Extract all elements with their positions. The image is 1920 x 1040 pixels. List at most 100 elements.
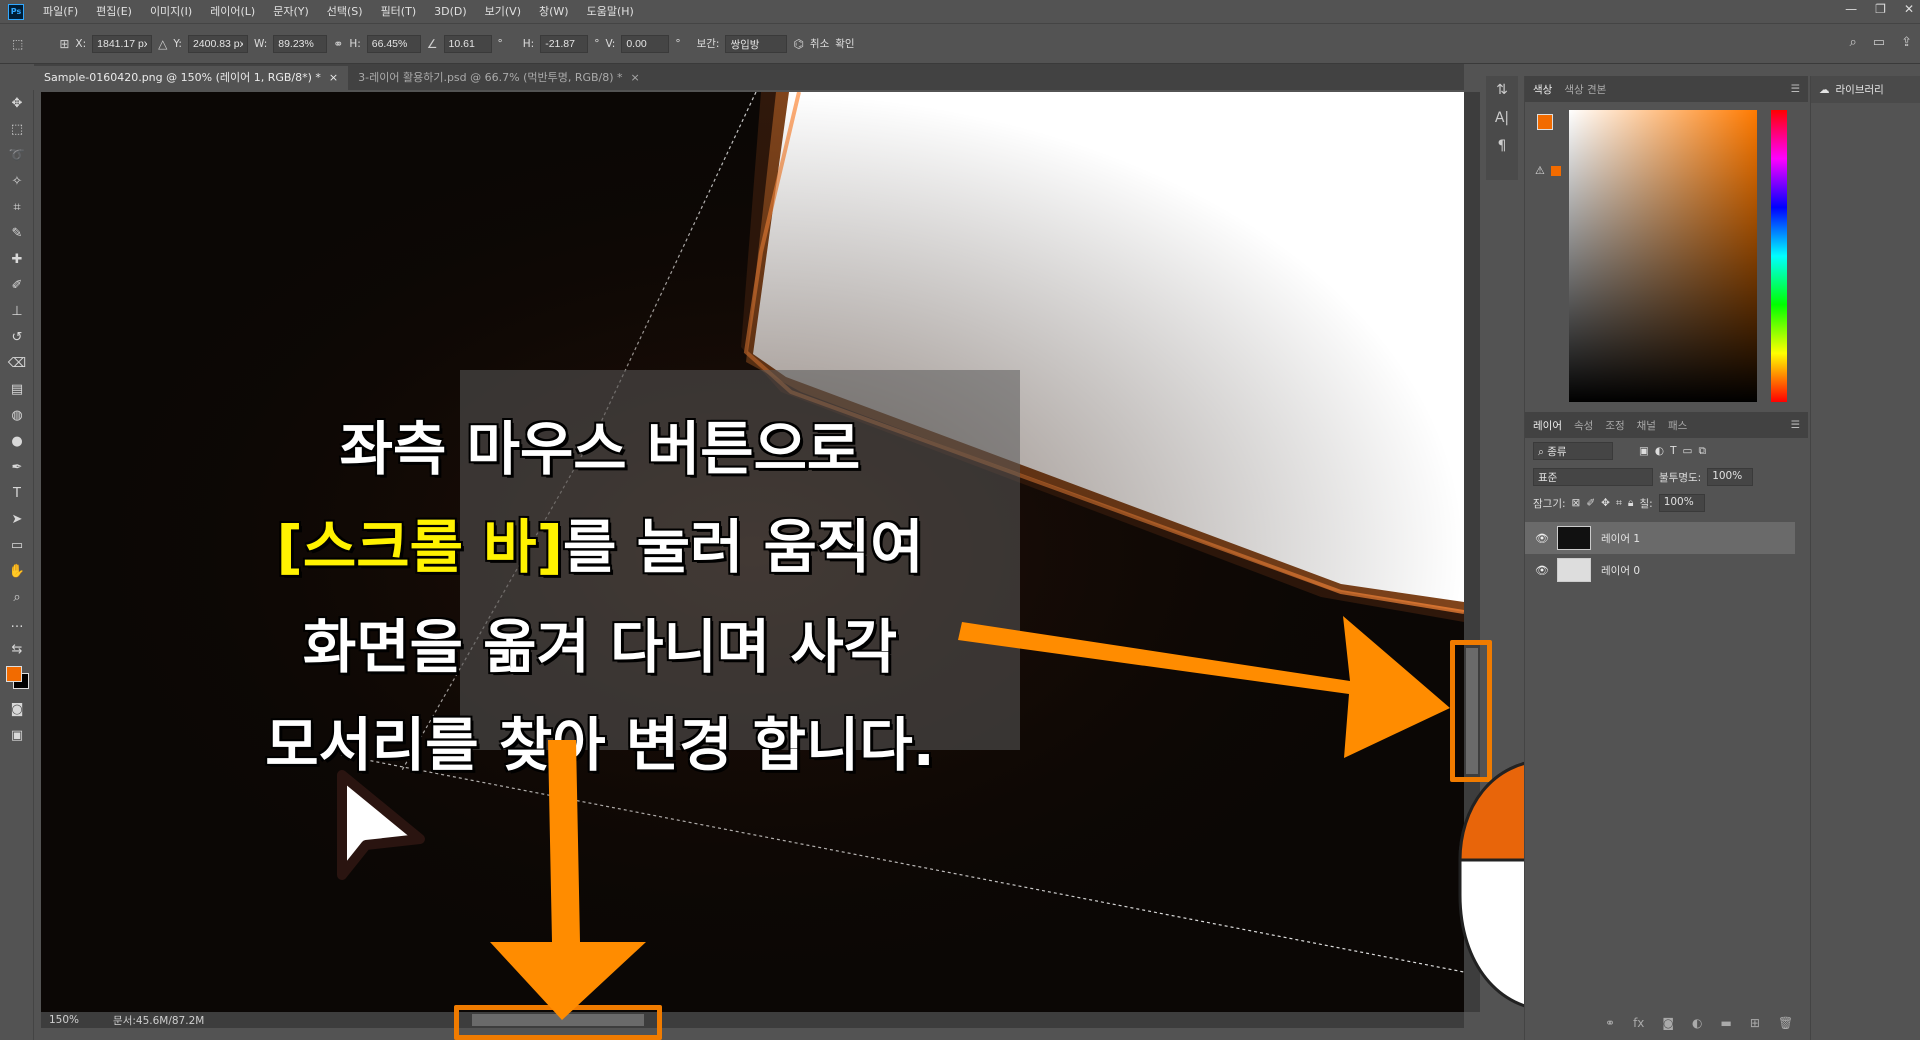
hand-tool-icon[interactable]: ✋ — [0, 558, 34, 584]
move-tool-icon[interactable]: ✥ — [0, 90, 34, 116]
color-foreground-swatch[interactable] — [1537, 114, 1553, 130]
crop-tool-icon[interactable]: ⌗ — [0, 194, 34, 220]
zoom-level[interactable]: 150% — [49, 1014, 79, 1026]
filter-smart-icon[interactable]: ⧉ — [1698, 445, 1706, 458]
filter-pixel-icon[interactable]: ▣ — [1639, 445, 1649, 457]
minimize-icon[interactable]: — — [1845, 2, 1857, 16]
marquee-tool-icon[interactable]: ⬚ — [0, 116, 34, 142]
color-swatches[interactable] — [0, 662, 34, 696]
menu-view[interactable]: 보기(V) — [476, 0, 530, 24]
gamut-warning-icon[interactable]: ⚠ — [1535, 164, 1545, 177]
cancel-transform-button[interactable]: 취소 — [810, 36, 829, 51]
brush-tool-icon[interactable]: ✐ — [0, 272, 34, 298]
menu-type[interactable]: 문자(Y) — [264, 0, 318, 24]
warp-icon[interactable]: ⌬ — [793, 37, 803, 51]
width-field[interactable] — [273, 34, 328, 53]
adjustment-layer-icon[interactable]: ◐ — [1692, 1016, 1702, 1030]
y-field[interactable] — [187, 34, 248, 53]
tab-sample[interactable]: Sample-0160420.png @ 150% (레이어 1, RGB/8*… — [34, 66, 349, 90]
link-icon[interactable]: ⚭ — [333, 37, 343, 51]
menu-edit[interactable]: 편집(E) — [87, 0, 141, 24]
menu-3d[interactable]: 3D(D) — [425, 0, 476, 24]
menu-help[interactable]: 도움말(H) — [578, 0, 643, 24]
share-icon[interactable]: ⇪ — [1901, 35, 1912, 50]
interpolation-select[interactable]: 쌍입방 — [725, 34, 788, 53]
close-window-icon[interactable]: ✕ — [1904, 2, 1914, 16]
shape-tool-icon[interactable]: ▭ — [0, 532, 34, 558]
new-group-icon[interactable]: ▬ — [1721, 1016, 1732, 1030]
layer-filter-select[interactable]: ⌕ 종류 — [1533, 442, 1613, 460]
opacity-input[interactable]: 100% — [1707, 468, 1754, 486]
tab-channels[interactable]: 채널 — [1637, 418, 1656, 433]
add-mask-icon[interactable]: ◙ — [1662, 1016, 1674, 1030]
menu-layer[interactable]: 레이어(L) — [201, 0, 264, 24]
commit-transform-button[interactable]: 확인 — [835, 36, 854, 51]
more-tools-icon[interactable]: … — [0, 610, 34, 636]
vskew-field[interactable] — [621, 34, 670, 53]
paragraph-panel-icon[interactable]: ¶ — [1486, 132, 1518, 160]
eye-icon[interactable]: 👁︎ — [1535, 532, 1549, 545]
document-size[interactable]: 문서:45.6M/87.2M — [113, 1013, 204, 1028]
lock-position-icon[interactable]: ✥ — [1601, 497, 1610, 509]
blur-tool-icon[interactable]: ◍ — [0, 402, 34, 428]
lock-all-icon[interactable]: 🔒︎ — [1628, 497, 1634, 510]
tab-color[interactable]: 색상 — [1533, 82, 1552, 97]
angle-field[interactable] — [443, 34, 492, 53]
clone-stamp-icon[interactable]: ⊥ — [0, 298, 34, 324]
history-brush-icon[interactable]: ↺ — [0, 324, 34, 350]
delta-icon[interactable]: △ — [158, 37, 167, 51]
menu-image[interactable]: 이미지(I) — [141, 0, 201, 24]
search-icon[interactable]: ⌕ — [1850, 35, 1857, 50]
libraries-button[interactable]: ☁ 라이브러리 — [1811, 76, 1920, 103]
menu-file[interactable]: 파일(F) — [34, 0, 87, 24]
tab-layers[interactable]: 레이어 — [1533, 418, 1562, 433]
trash-icon[interactable]: 🗑︎ — [1778, 1016, 1793, 1030]
menu-select[interactable]: 선택(S) — [318, 0, 372, 24]
tab-adjustments[interactable]: 조정 — [1605, 418, 1624, 433]
lasso-tool-icon[interactable]: ➰ — [0, 142, 34, 168]
restore-icon[interactable]: ❐ — [1875, 2, 1886, 16]
eye-icon[interactable]: 👁︎ — [1535, 564, 1549, 577]
fill-input[interactable]: 100% — [1658, 494, 1705, 512]
fx-icon[interactable]: fx — [1633, 1016, 1644, 1030]
workspace-icon[interactable]: ▭ — [1873, 35, 1885, 50]
dodge-tool-icon[interactable]: ● — [0, 428, 34, 454]
healing-brush-icon[interactable]: ✚ — [0, 246, 34, 272]
transform-tool-icon[interactable]: ⬚ — [12, 37, 23, 51]
screen-mode-icon[interactable]: ▣ — [0, 722, 34, 748]
menu-filter[interactable]: 필터(T) — [372, 0, 426, 24]
lock-paint-icon[interactable]: ✐ — [1586, 497, 1595, 509]
tab-properties[interactable]: 속성 — [1574, 418, 1593, 433]
path-select-icon[interactable]: ➤ — [0, 506, 34, 532]
filter-shape-icon[interactable]: ▭ — [1683, 445, 1693, 457]
magic-wand-icon[interactable]: ✧ — [0, 168, 34, 194]
foreground-swatch[interactable] — [6, 666, 22, 682]
close-icon[interactable]: × — [329, 66, 338, 90]
x-field[interactable] — [92, 34, 153, 53]
lock-artboard-icon[interactable]: ⌗ — [1616, 497, 1622, 510]
tab-layers-psd[interactable]: 3-레이어 활용하기.psd @ 66.7% (먹반투명, RGB/8) * × — [348, 66, 650, 90]
gradient-tool-icon[interactable]: ▤ — [0, 376, 34, 402]
color-picker-field[interactable] — [1569, 110, 1757, 402]
quick-mask-icon[interactable]: ◙ — [0, 696, 34, 722]
layer-row-0[interactable]: 👁︎ 레이어 0 — [1525, 554, 1795, 586]
new-layer-icon[interactable]: ⊞ — [1750, 1016, 1760, 1030]
eraser-icon[interactable]: ⌫ — [0, 350, 34, 376]
gamut-color-swatch[interactable] — [1551, 166, 1561, 176]
pen-tool-icon[interactable]: ✒ — [0, 454, 34, 480]
history-panel-icon[interactable]: ⇅ — [1486, 76, 1518, 104]
eyedropper-icon[interactable]: ✎ — [0, 220, 34, 246]
hskew-field[interactable] — [540, 34, 589, 53]
panel-menu-icon[interactable]: ☰ — [1791, 419, 1800, 431]
panel-menu-icon[interactable]: ☰ — [1791, 83, 1800, 95]
zoom-tool-icon[interactable]: ⌕ — [0, 584, 34, 610]
swap-colors-icon[interactable]: ⇆ — [0, 636, 34, 662]
layer-name[interactable]: 레이어 1 — [1601, 531, 1640, 546]
reference-point-icon[interactable]: ⊞ — [59, 37, 69, 51]
menu-window[interactable]: 창(W) — [530, 0, 578, 24]
hue-slider[interactable] — [1771, 110, 1787, 402]
lock-transparent-icon[interactable]: ⊠ — [1572, 497, 1581, 509]
link-layers-icon[interactable]: ⚭ — [1605, 1016, 1615, 1030]
tab-swatches[interactable]: 색상 견본 — [1564, 82, 1606, 97]
tab-paths[interactable]: 패스 — [1668, 418, 1687, 433]
